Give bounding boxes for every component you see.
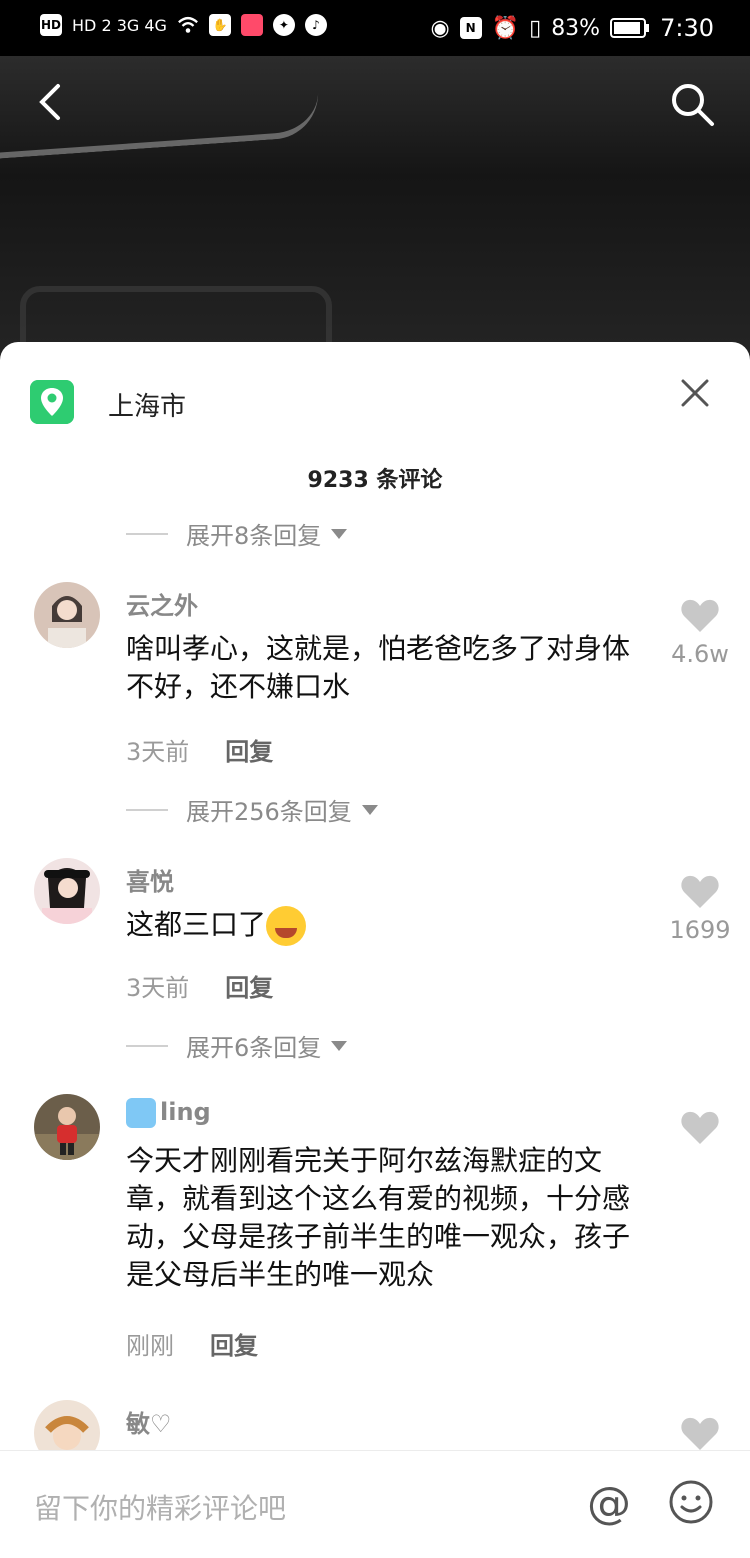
avatar[interactable]	[34, 1094, 100, 1160]
video-player[interactable]	[0, 56, 750, 356]
heart-icon	[681, 875, 719, 908]
wifi-icon	[178, 16, 198, 33]
expand-replies-button[interactable]: 展开256条回复	[126, 792, 378, 827]
reply-button[interactable]: 回复	[225, 732, 273, 767]
like-count: 1699	[669, 916, 731, 944]
like-button[interactable]	[670, 1110, 730, 1146]
comment-text: 今天才刚刚看完关于阿尔兹海默症的文章，就看到这个这么有爱的视频，十分感动，父母是…	[126, 1144, 631, 1291]
comment-meta: 刚刚 回复	[126, 1326, 258, 1361]
expand-label: 展开6条回复	[186, 1034, 322, 1062]
chevron-left-icon[interactable]	[30, 80, 74, 124]
clock: 7:30	[660, 14, 714, 42]
expand-label: 展开8条回复	[186, 522, 322, 550]
divider	[126, 532, 168, 535]
avatar[interactable]	[34, 858, 100, 924]
heart-icon	[681, 1111, 719, 1144]
caret-down-icon	[331, 528, 348, 539]
hd-icon: HD	[40, 14, 62, 36]
expand-replies-button[interactable]: 展开6条回复	[126, 1028, 348, 1063]
comment-username[interactable]: 云之外	[126, 586, 198, 621]
comment-input-bar: 留下你的精彩评论吧 @	[0, 1450, 750, 1558]
reply-button[interactable]: 回复	[210, 1326, 258, 1361]
hand-icon: ✋	[208, 14, 231, 36]
comment-username-row[interactable]: ling	[126, 1098, 211, 1128]
like-button[interactable]: 4.6w	[670, 598, 730, 668]
search-icon[interactable]	[668, 80, 716, 128]
status-right: ◉ N ⏰ ▯ 83% 7:30	[430, 14, 714, 42]
nfc-icon: N	[459, 17, 482, 39]
comment-meta: 3天前 回复	[126, 732, 273, 767]
comment-count: 9233 条评论	[307, 468, 443, 493]
comment-input[interactable]: 留下你的精彩评论吧	[34, 1487, 286, 1527]
expand-replies-button[interactable]: 展开8条回复	[126, 516, 348, 551]
location-label[interactable]: 上海市	[108, 386, 186, 423]
comment-text-row: 这都三口了	[126, 906, 646, 946]
wave-emoji-icon	[126, 1098, 156, 1128]
comments-sheet: 上海市 9233 条评论 展开8条回复 云之外 啥叫孝心，这就是，怕老爸吃多了对…	[0, 342, 750, 1558]
divider	[126, 1044, 168, 1047]
mention-button[interactable]: @	[584, 1479, 634, 1529]
status-left: HD HD 2 3G 4G ✋ ✦ ♪	[40, 14, 327, 36]
comment-time: 3天前	[126, 738, 190, 766]
comment-username[interactable]: 喜悦	[126, 862, 174, 897]
location-pin-icon[interactable]	[30, 380, 74, 424]
reply-button[interactable]: 回复	[225, 968, 273, 1003]
expand-label: 展开256条回复	[186, 798, 352, 826]
eye-icon: ◉	[430, 15, 450, 41]
smiley-icon[interactable]	[668, 1479, 714, 1525]
comment-text: 啥叫孝心，这就是，怕老爸吃多了对身体不好，还不嫌口水	[126, 632, 631, 703]
comment-username: ling	[160, 1098, 211, 1126]
battery-icon	[610, 18, 650, 38]
bird-icon: ✦	[272, 14, 295, 36]
app-icon	[240, 14, 263, 36]
like-button[interactable]	[670, 1416, 730, 1452]
comment-text: 这都三口了	[126, 908, 267, 941]
alarm-icon: ⏰	[491, 15, 520, 41]
comment-time: 3天前	[126, 974, 190, 1002]
status-bar: HD HD 2 3G 4G ✋ ✦ ♪ ◉ N ⏰ ▯ 83% 7:30	[0, 0, 750, 56]
caret-down-icon	[331, 1040, 348, 1051]
laughing-emoji-icon	[266, 906, 307, 946]
network-label: HD 2 3G 4G	[72, 15, 167, 35]
comment-meta: 3天前 回复	[126, 968, 273, 1003]
battery-percent: 83%	[551, 15, 601, 41]
close-icon[interactable]	[678, 376, 712, 410]
comment-time: 刚刚	[126, 1332, 174, 1360]
avatar[interactable]	[34, 582, 100, 648]
heart-icon	[681, 599, 719, 632]
sound-icon: ♪	[304, 14, 327, 36]
divider	[126, 808, 168, 811]
vibrate-icon: ▯	[529, 15, 542, 41]
like-button[interactable]: 1699	[669, 874, 731, 944]
heart-icon	[681, 1417, 719, 1450]
like-count: 4.6w	[671, 640, 729, 668]
comment-username[interactable]: 敏♡	[126, 1404, 172, 1439]
caret-down-icon	[361, 804, 378, 815]
